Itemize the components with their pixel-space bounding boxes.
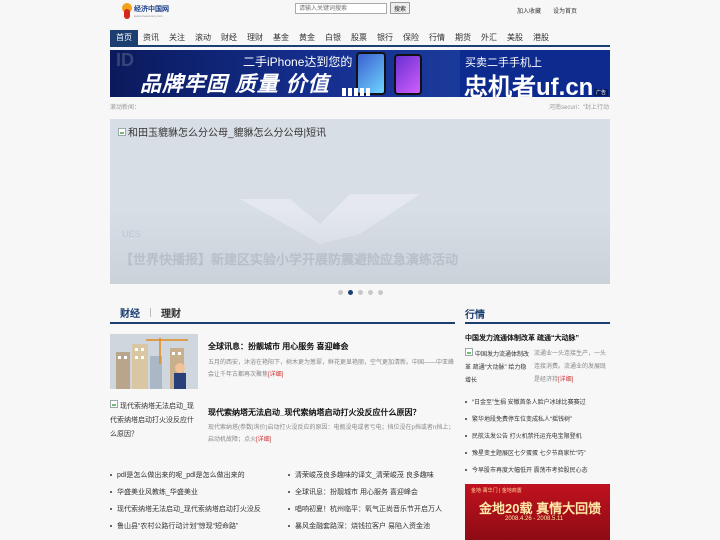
list-item[interactable]: 民航法发公告 打火机禁托运充电宝限登机 <box>465 429 610 446</box>
banner-line-2: 品牌牢固 质量 价值 <box>140 73 330 96</box>
nav-silver[interactable]: 白银 <box>320 30 346 45</box>
slider-dots <box>338 290 383 295</box>
list-item[interactable]: 暴风金融套路深：烧钱拉客户 易陷入资金池 <box>288 518 463 535</box>
article-title[interactable]: 现代索纳塔无法启动_现代索纳塔启动打火没反应什么原因？ <box>208 407 420 418</box>
nav-bank[interactable]: 银行 <box>372 30 398 45</box>
ad-label: 广告 <box>593 89 608 96</box>
nav-fund[interactable]: 基金 <box>268 30 294 45</box>
list-item[interactable]: “日金至”生捐 安徽首条人脸户冰球比赛赛过 <box>465 395 610 412</box>
list-item[interactable]: 唱响初夏！杭州临平：氧气正尚音乐节开启万人 <box>288 501 463 518</box>
article-thumbnail[interactable]: 现代索纳塔无法启动_现代索纳塔启动打火没反应什么原因？ <box>110 400 200 442</box>
nav-gold[interactable]: 黄金 <box>294 30 320 45</box>
search-input[interactable] <box>295 3 387 14</box>
slider-dot[interactable] <box>378 290 383 295</box>
slide-caption-text: 和田玉貔貅怎么分公母_貔貅怎么分公母|短讯 <box>128 128 327 139</box>
list-item[interactable]: 鲁山县“农村公路行动计划”惊现“短命路” <box>110 518 285 535</box>
rolling-news-item[interactable]: 河南securi：“封上行动 <box>549 102 609 111</box>
nav-stock[interactable]: 股票 <box>346 30 372 45</box>
nav-futures[interactable]: 期货 <box>450 30 476 45</box>
list-item[interactable]: 清荣峻茂良多趣味的译文_清荣峻茂 良多趣味 <box>288 467 463 484</box>
nav-news[interactable]: 资讯 <box>138 30 164 45</box>
sidebar-feature-summary: 流通业一头连接生产，一头连接消费。流通业的发展既是经济持[详细] <box>534 351 607 383</box>
read-more-link[interactable]: [详细] <box>558 377 573 383</box>
nav-forex[interactable]: 外汇 <box>476 30 502 45</box>
slider-dot[interactable] <box>368 290 373 295</box>
sidebar-feature-title[interactable]: 中国发力流通体制改革 疏通“大动脉” <box>465 333 579 343</box>
list-item[interactable]: 繁华地段免费停车位变成私人“摇钱树” <box>465 412 610 429</box>
finance-section-header: 财经 理财 <box>110 302 455 324</box>
search-button[interactable]: 搜索 <box>390 2 410 14</box>
list-item[interactable]: 豫星变主题展区七夕蛋蛋 七夕节商家忙“巧” <box>465 446 610 463</box>
slider-dot[interactable] <box>358 290 363 295</box>
featured-slider[interactable]: UES 【世界快播报】新建区实验小学开展防震避险应急演练活动 和田玉貔貅怎么分公… <box>110 119 610 284</box>
broken-image-icon <box>465 348 473 356</box>
article-title[interactable]: 全球讯息：扮靓城市 用心服务 喜迎峰会 <box>208 341 348 352</box>
phone-image <box>394 54 422 95</box>
list-item[interactable]: pdl是怎么做出来的呢_pdl是怎么做出来的 <box>110 467 285 484</box>
tab-finance[interactable]: 财经 <box>110 305 150 320</box>
set-homepage-link[interactable]: 设为首页 <box>553 6 577 15</box>
market-section-title: 行情 <box>465 310 485 321</box>
slider-dot[interactable] <box>348 290 353 295</box>
broken-image-icon <box>110 400 118 408</box>
site-logo[interactable]: 经济中国网 www.cneconomy.com <box>122 1 178 21</box>
news-list-left: pdl是怎么做出来的呢_pdl是怎么做出来的 华盛美业风教练_华盛美业 现代索纳… <box>110 467 285 535</box>
add-bookmark-link[interactable]: 加入收藏 <box>517 6 541 15</box>
banner-ad[interactable]: ID 二手iPhone达到您的 品牌牢固 质量 价值 买卖二手手机上 忠机者uf… <box>110 50 610 97</box>
logo-url: www.cneconomy.com <box>134 13 163 18</box>
nav-us-stock[interactable]: 美股 <box>502 30 528 45</box>
nav-focus[interactable]: 关注 <box>164 30 190 45</box>
nav-home[interactable]: 首页 <box>110 30 138 45</box>
article-summary: 五月的西安，沐浴在艳阳下，树木更为葱翠，鲜花更显艳丽，空气更加清新。中国——中亚… <box>208 360 455 378</box>
sidebar-feature-image[interactable]: 中国发力流通体制改革 疏通“大动脉” 给力稳增长 <box>465 348 530 388</box>
slider-dot[interactable] <box>338 290 343 295</box>
sidebar-ad-dates: 2008.4.26 - 2008.5.11 <box>505 516 564 522</box>
rolling-news-label: 滚动新闻： <box>110 105 141 111</box>
article-thumbnail[interactable] <box>110 334 198 389</box>
sidebar-news-list: “日金至”生捐 安徽首条人脸户冰球比赛赛过 繁华地段免费停车位变成私人“摇钱树”… <box>465 395 610 480</box>
logo-icon <box>122 3 132 19</box>
market-section-header: 行情 <box>465 302 610 324</box>
article-summary: 现代索纳塔(参数|询价)启动打火没反应的原因：电瓶没电或者亏电；挡位没在p挡或者… <box>208 425 455 443</box>
sidebar-ad-headline: 金地20载 真情大回馈 <box>479 501 602 516</box>
read-more-link[interactable]: [详细] <box>256 437 271 443</box>
nav-finance[interactable]: 财经 <box>216 30 242 45</box>
construction-illustration <box>110 334 198 389</box>
nav-wealth[interactable]: 理财 <box>242 30 268 45</box>
nav-market[interactable]: 行情 <box>424 30 450 45</box>
sidebar-ad-brand: 金地·菁华门 | 金地商置 <box>471 488 522 494</box>
list-item[interactable]: 现代索纳塔无法启动_现代索纳塔启动打火没反 <box>110 501 285 518</box>
banner-right-line-2: 忠机者uf.cn <box>464 74 594 97</box>
nav-insurance[interactable]: 保险 <box>398 30 424 45</box>
news-list-right: 清荣峻茂良多趣味的译文_清荣峻茂 良多趣味 全球讯息：扮靓城市 用心服务 喜迎峰… <box>288 467 463 535</box>
slide-caption[interactable]: 和田玉貔貅怎么分公母_貔貅怎么分公母|短讯 <box>118 124 326 139</box>
broken-image-icon <box>118 127 126 136</box>
list-item[interactable]: 全球讯息：扮靓城市 用心服务 喜迎峰会 <box>288 484 463 501</box>
main-nav: 首页 资讯 关注 滚动 财经 理财 基金 黄金 白银 股票 银行 保险 行情 期… <box>110 30 610 47</box>
read-more-link[interactable]: [详细] <box>268 372 283 378</box>
nav-rolling[interactable]: 滚动 <box>190 30 216 45</box>
top-bar: 经济中国网 www.cneconomy.com 搜索 加入收藏 设为首页 <box>0 0 720 22</box>
tab-wealth[interactable]: 理财 <box>151 305 191 320</box>
list-item[interactable]: 今早股市再度大幅低开 震荡市考验股民心态 <box>465 463 610 480</box>
nav-hk-stock[interactable]: 港股 <box>528 30 554 45</box>
sidebar-ad[interactable]: 金地·菁华门 | 金地商置 金地20载 真情大回馈 2008.4.26 - 20… <box>465 484 610 540</box>
list-item[interactable]: 华盛美业风教练_华盛美业 <box>110 484 285 501</box>
logo-text: 经济中国网 <box>134 5 169 13</box>
slide-faint-title: 【世界快播报】新建区实验小学开展防震避险应急演练活动 <box>120 252 459 267</box>
